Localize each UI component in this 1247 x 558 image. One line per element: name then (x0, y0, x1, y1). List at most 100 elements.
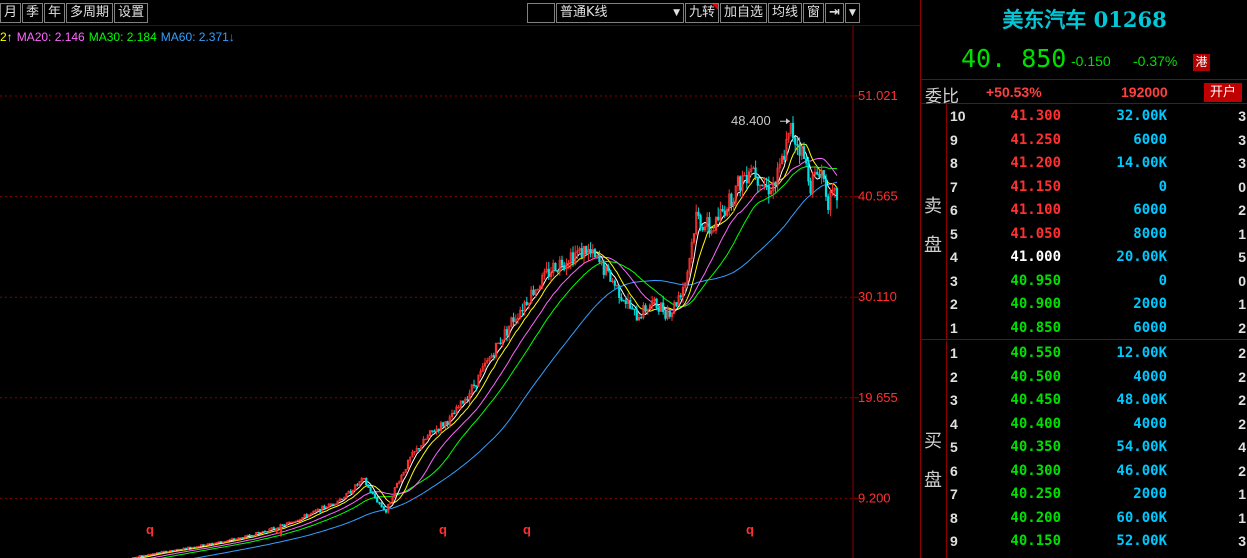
sell-order-row[interactable]: 1 40.850 6000 2 (947, 316, 1247, 340)
buy-order-row[interactable]: 4 40.400 4000 2 (947, 412, 1247, 436)
multi-period-button[interactable]: 多周期 (66, 3, 114, 23)
sell-order-row[interactable]: 7 41.150 0 0 (947, 175, 1247, 199)
candlestick (670, 311, 674, 322)
order-volume: 4000 (1133, 415, 1167, 432)
event-marker[interactable]: q (746, 522, 754, 537)
candlestick (164, 550, 168, 553)
candlestick (261, 530, 264, 533)
high-annotation: 48.400 (731, 113, 790, 128)
period-month-button[interactable]: 月 (0, 3, 22, 23)
candlestick (197, 545, 201, 548)
candlestick (239, 537, 242, 539)
event-marker[interactable]: q (146, 522, 154, 537)
order-volume: 60.00K (1116, 509, 1167, 526)
candlestick (204, 544, 207, 546)
candlestick (211, 542, 214, 545)
candlestick (532, 285, 535, 297)
candlestick (178, 548, 181, 551)
buy-order-row[interactable]: 2 40.500 4000 2 (947, 365, 1247, 389)
add-watchlist-button[interactable]: 加自选 (720, 3, 768, 23)
order-volume: 32.00K (1116, 108, 1167, 124)
order-count: 1 (1238, 486, 1246, 502)
candlestick (356, 482, 359, 487)
order-volume: 14.00K (1116, 155, 1167, 171)
candlestick (241, 537, 245, 539)
menu-chevron-icon[interactable]: ▼ (844, 3, 860, 23)
order-count: 0 (1238, 178, 1246, 195)
buy-order-row[interactable]: 6 40.300 46.00K 2 (947, 459, 1247, 483)
candlestick (582, 245, 586, 263)
buy-order-row[interactable]: 9 40.150 52.00K 3 (947, 529, 1247, 553)
price-axis: 51.021 40.565 30.110 19.655 9.200 (858, 88, 898, 505)
stock-name: 美东汽车 (1002, 7, 1087, 32)
candlestick (314, 509, 317, 513)
buy-order-row[interactable]: 7 40.250 2000 1 (947, 482, 1247, 506)
candlestick (404, 468, 407, 473)
order-volume: 0 (1158, 178, 1167, 195)
event-marker[interactable]: q (523, 522, 531, 537)
candlestick (230, 537, 234, 540)
order-price: 40.300 (1010, 462, 1061, 479)
order-level: 7 (950, 486, 958, 502)
sell-label-top: 卖 (924, 196, 942, 217)
order-count: 3 (1238, 108, 1246, 124)
candlestick (835, 187, 839, 209)
candlestick (756, 176, 759, 194)
period-year-button[interactable]: 年 (44, 3, 66, 23)
candlestick (622, 299, 625, 302)
pin-icon[interactable]: ⇥ (825, 3, 844, 23)
open-account-button[interactable]: 开户 (1204, 83, 1242, 102)
candlestick (233, 537, 236, 540)
sell-order-row[interactable]: 3 40.950 0 0 (947, 269, 1247, 293)
candlestick (147, 553, 150, 556)
candlestick (444, 420, 447, 430)
candlestick (420, 445, 423, 451)
order-count: 2 (1238, 368, 1246, 385)
candlestick (785, 131, 788, 161)
sell-order-row[interactable]: 6 41.100 6000 2 (947, 198, 1247, 222)
stock-title: 美东汽车 01268 (921, 4, 1247, 34)
candlestick (706, 212, 709, 233)
buy-order-row[interactable]: 1 40.550 12.00K 2 (947, 341, 1247, 365)
sell-order-row[interactable]: 10 41.300 32.00K 3 (947, 104, 1247, 128)
jiuzhuan-button[interactable]: 九转 (685, 3, 720, 23)
window-button[interactable]: 窗 (803, 3, 825, 23)
blank-button[interactable] (527, 3, 555, 23)
kline-type-select[interactable]: 普通K线 ▼ (556, 3, 684, 23)
corner-flag-icon (712, 4, 719, 10)
sell-order-row[interactable]: 2 40.900 2000 1 (947, 292, 1247, 316)
settings-button[interactable]: 设置 (114, 3, 149, 23)
order-ratio-pct: +50.53% (986, 84, 1042, 100)
event-marker[interactable]: q (275, 522, 283, 537)
candlestick (488, 355, 491, 363)
sell-label-bottom: 盘 (924, 235, 942, 256)
buy-order-row[interactable]: 5 40.350 54.00K 4 (947, 435, 1247, 459)
ma-line-button[interactable]: 均线 (768, 3, 803, 23)
buy-order-row[interactable]: 3 40.450 48.00K 2 (947, 388, 1247, 412)
event-markers: qqqqq (146, 522, 754, 537)
event-marker[interactable]: q (439, 522, 447, 537)
candlestick (736, 174, 740, 192)
candlestick (325, 506, 328, 509)
candlestick (497, 342, 500, 345)
candlestick (200, 544, 203, 547)
candlestick (318, 508, 322, 514)
candlestick (615, 284, 619, 288)
sell-order-row[interactable]: 4 41.000 20.00K 5 (947, 245, 1247, 269)
period-quarter-button[interactable]: 季 (22, 3, 44, 23)
order-level: 5 (950, 225, 958, 242)
sell-order-row[interactable]: 5 41.050 8000 1 (947, 222, 1247, 246)
sell-order-row[interactable]: 9 41.250 6000 3 (947, 128, 1247, 152)
order-level: 4 (950, 249, 958, 265)
kline-chart[interactable]: 51.021 40.565 30.110 19.655 9.200 q q q q q 48.4… (0, 26, 920, 558)
ma5-line (133, 134, 838, 558)
buy-order-row[interactable]: 8 40.200 60.00K 1 (947, 506, 1247, 530)
order-volume: 4000 (1133, 368, 1167, 385)
order-price: 40.900 (1010, 296, 1061, 312)
order-count: 0 (1238, 272, 1246, 289)
order-volume: 8000 (1133, 225, 1167, 242)
sell-order-row[interactable]: 8 41.200 14.00K 3 (947, 151, 1247, 175)
order-level: 3 (950, 272, 958, 289)
order-price: 41.100 (1010, 202, 1061, 218)
candlestick (741, 170, 744, 199)
